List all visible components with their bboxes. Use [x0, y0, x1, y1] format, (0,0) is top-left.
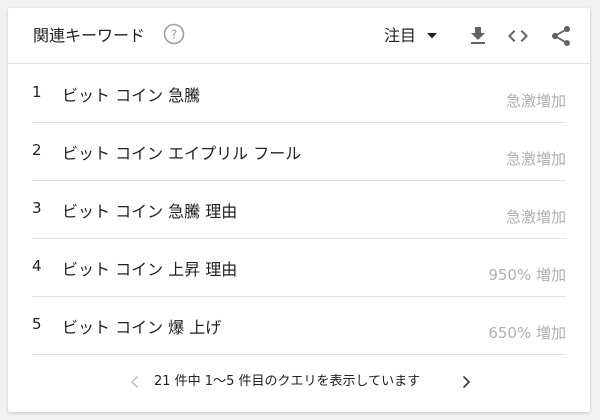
share-icon[interactable]	[549, 24, 573, 48]
query-row-4[interactable]: 4 ビット コイン 上昇 理由 950% 増加	[32, 239, 566, 297]
help-icon[interactable]: ?	[163, 23, 185, 45]
card-title: 関連キーワード	[33, 26, 146, 45]
pagination-footer: 21 件中 1〜5 件目のクエリを表示しています	[8, 354, 590, 412]
card-header: 関連キーワード ? 注目	[8, 8, 590, 64]
chevron-right-icon[interactable]	[457, 373, 475, 391]
query-row-2[interactable]: 2 ビット コイン エイプリル フール 急激増加	[32, 123, 566, 181]
query-row-3[interactable]: 3 ビット コイン 急騰 理由 急激増加	[32, 181, 566, 239]
row-value: 950% 増加	[488, 266, 566, 284]
dropdown-icon	[427, 33, 438, 39]
row-value: 650% 増加	[488, 324, 566, 342]
chevron-left-icon[interactable]	[126, 373, 144, 391]
row-query: ビット コイン 急騰	[62, 86, 201, 105]
svg-text:?: ?	[171, 28, 177, 42]
query-row-1[interactable]: 1 ビット コイン 急騰 急激増加	[32, 65, 566, 123]
row-query: ビット コイン 急騰 理由	[62, 202, 238, 221]
row-value: 急激増加	[505, 208, 566, 226]
filter-label: 注目	[384, 26, 417, 45]
embed-icon[interactable]	[506, 24, 530, 48]
row-index: 1	[32, 83, 42, 101]
row-query: ビット コイン エイプリル フール	[62, 144, 302, 163]
row-value: 急激増加	[505, 92, 566, 110]
download-icon[interactable]	[466, 24, 490, 48]
row-index: 4	[32, 257, 42, 275]
row-index: 3	[32, 199, 42, 217]
row-value: 急激増加	[505, 150, 566, 168]
row-index: 2	[32, 141, 42, 159]
related-queries-card: 関連キーワード ? 注目 1 ビット コイン 急騰 急激増加 2 ビット コイン…	[8, 8, 590, 412]
row-query: ビット コイン 爆 上げ	[62, 318, 222, 337]
row-query: ビット コイン 上昇 理由	[62, 260, 238, 279]
query-row-5[interactable]: 5 ビット コイン 爆 上げ 650% 増加	[32, 297, 566, 355]
row-index: 5	[32, 315, 42, 333]
filter-dropdown[interactable]: 注目	[384, 22, 438, 50]
query-list: 1 ビット コイン 急騰 急激増加 2 ビット コイン エイプリル フール 急激…	[8, 65, 590, 355]
pagination-text: 21 件中 1〜5 件目のクエリを表示しています	[154, 374, 421, 389]
